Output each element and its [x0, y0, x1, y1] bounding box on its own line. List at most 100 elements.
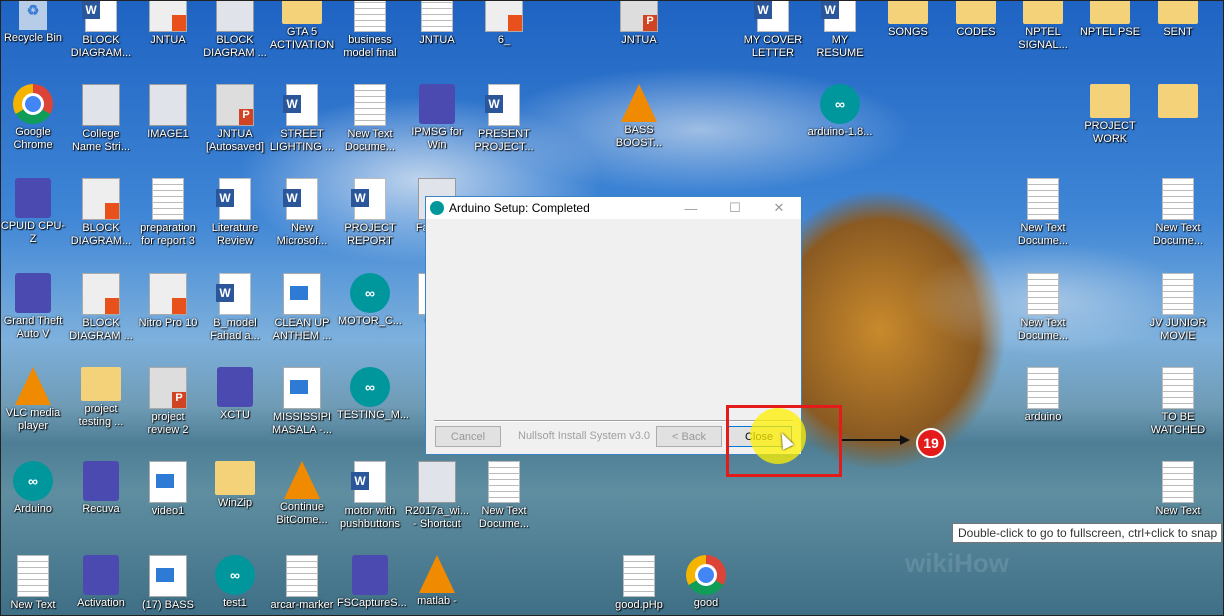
desktop-icon[interactable]: preparation for report 3	[135, 178, 201, 248]
desktop-icon[interactable]: motor with pushbuttons	[337, 461, 403, 531]
desktop-icon-label: BASS BOOST...	[615, 124, 663, 149]
desktop-icon[interactable]: SONGS	[875, 0, 941, 39]
desktop-icon[interactable]: JNTUA	[606, 0, 672, 47]
desktop-icon[interactable]: PROJECT REPORT	[337, 178, 403, 248]
desktop-icon[interactable]: good.pHp	[606, 555, 672, 612]
desktop-icon[interactable]: IMAGE1	[135, 84, 201, 141]
desktop-icon-label: project testing ...	[78, 403, 124, 428]
desktop-icon[interactable]: MISSISSIPI MASALA -...	[269, 367, 335, 437]
desktop-icon[interactable]: ∞ MOTOR_C...	[337, 273, 403, 328]
desktop-icon[interactable]: MY COVER LETTER	[740, 0, 806, 60]
desktop-icon[interactable]: JNTUA [Autosaved]	[202, 84, 268, 154]
desktop-icon[interactable]: PROJECT WORK	[1077, 84, 1143, 146]
desktop-icon[interactable]: New Text Docume...	[471, 461, 537, 531]
desktop-icon[interactable]: project review 2	[135, 367, 201, 437]
desktop-icon[interactable]: CLEAN UP ANTHEM ...	[269, 273, 335, 343]
desktop-icon[interactable]: business model final	[337, 0, 403, 60]
desktop-icon[interactable]: video1	[135, 461, 201, 518]
desktop-icon[interactable]: arduino	[1010, 367, 1076, 424]
desktop-icon[interactable]: ∞ Arduino	[0, 461, 66, 516]
desktop-icon-label: JNTUA [Autosaved]	[205, 128, 265, 153]
folder-icon	[81, 367, 121, 401]
desktop-icon[interactable]: Nitro Pro 10	[135, 273, 201, 330]
desktop-icon-label: STREET LIGHTING ...	[269, 128, 335, 153]
desktop-icon[interactable]: JNTUA	[404, 0, 470, 47]
back-button[interactable]: < Back	[656, 426, 722, 447]
ppt-icon	[216, 84, 254, 126]
desktop-icon-label: (17) BASS	[142, 599, 194, 611]
desktop-icon[interactable]: NPTEL PSE	[1077, 0, 1143, 39]
desktop-icon[interactable]: Literature Review	[202, 178, 268, 248]
desktop-icon[interactable]: BASS BOOST...	[606, 84, 672, 150]
desktop-icon[interactable]: GTA 5 ACTIVATION	[269, 0, 335, 52]
pdf-icon	[82, 178, 120, 220]
desktop-icon-label: good	[693, 597, 719, 609]
desktop-icon[interactable]: R2017a_wi... - Shortcut	[404, 461, 470, 531]
desktop-icon[interactable]: Continue BitCome...	[269, 461, 335, 527]
desktop-icon[interactable]: FSCaptureS...	[337, 555, 407, 610]
desktop-icon[interactable]: New Text	[1145, 461, 1211, 518]
desktop-icon[interactable]: New Text Docume...	[1010, 273, 1076, 343]
desktop-icon[interactable]: Activation	[68, 555, 134, 610]
desktop-icon-label: SONGS	[888, 26, 928, 38]
desktop-icon[interactable]: NPTEL SIGNAL...	[1010, 0, 1076, 52]
desktop-icon[interactable]: New Text Docume...	[1145, 178, 1211, 248]
word-icon	[485, 84, 520, 126]
desktop-icon[interactable]: JV JUNIOR MOVIE	[1145, 273, 1211, 343]
desktop-icon[interactable]: ♻ Recycle Bin	[0, 0, 66, 45]
desktop-icon[interactable]: 6_	[471, 0, 537, 47]
desktop-icon[interactable]: ∞ arduino-1.8...	[807, 84, 873, 139]
desktop-icon[interactable]	[1145, 84, 1211, 120]
desktop-icon[interactable]: PRESENT PROJECT...	[471, 84, 537, 154]
desktop-icon[interactable]: Grand Theft Auto V	[0, 273, 66, 341]
desktop-icon-label: New Text	[10, 599, 56, 611]
doc-icon	[1027, 367, 1059, 409]
maximize-button[interactable]: ☐	[713, 200, 757, 216]
desktop-icon[interactable]: BLOCK DIAGRAM...	[68, 178, 134, 248]
desktop-icon[interactable]: TO BE WATCHED	[1145, 367, 1211, 437]
desktop-icon[interactable]: JNTUA	[135, 0, 201, 47]
desktop-icon[interactable]: New Text Docume...	[337, 84, 403, 154]
minimize-button[interactable]: —	[669, 201, 713, 216]
desktop-icon[interactable]: BLOCK DIAGRAM...	[68, 0, 134, 60]
desktop-icon[interactable]: BLOCK DIAGRAM ...	[68, 273, 134, 343]
desktop-icon[interactable]: BLOCK DIAGRAM ...	[202, 0, 268, 60]
desktop-icon-label: JNTUA	[150, 34, 186, 46]
desktop-icon[interactable]: College Name Stri...	[68, 84, 134, 154]
word-icon	[216, 178, 251, 220]
desktop-icon[interactable]: STREET LIGHTING ...	[269, 84, 335, 154]
cancel-button[interactable]: Cancel	[435, 426, 501, 447]
close-window-button[interactable]: ✕	[757, 200, 801, 216]
desktop-icon[interactable]: WinZip	[202, 461, 268, 510]
desktop-icon[interactable]: matlab -	[404, 555, 470, 608]
desktop-icon[interactable]: IPMSG for Win	[404, 84, 470, 152]
desktop-icon-label: motor with pushbuttons	[340, 505, 400, 530]
desktop-icon[interactable]: SENT	[1145, 0, 1211, 39]
folder-icon	[282, 0, 322, 24]
desktop-icon[interactable]: arcar-marker	[269, 555, 335, 612]
desktop-icon-label: PROJECT WORK	[1084, 120, 1136, 145]
desktop-icon[interactable]: CPUID CPU-Z	[0, 178, 66, 246]
ard-icon: ∞	[215, 555, 255, 595]
desktop-icon[interactable]: ∞ test1	[202, 555, 268, 610]
desktop-icon[interactable]: MY RESUME	[807, 0, 873, 60]
desktop-icon-label: good.pHp	[615, 599, 663, 611]
desktop-icon[interactable]: New Text Docume...	[1010, 178, 1076, 248]
desktop-icon[interactable]: XCTU	[202, 367, 268, 422]
dialog-titlebar[interactable]: Arduino Setup: Completed — ☐ ✕	[426, 197, 801, 219]
desktop-icon[interactable]: project testing ...	[68, 367, 134, 429]
desktop-icon[interactable]: (17) BASS	[135, 555, 201, 612]
desktop-icon[interactable]: Google Chrome	[0, 84, 66, 152]
desktop-icon[interactable]: Recuva	[68, 461, 134, 516]
app-icon	[217, 367, 253, 407]
desktop-icon[interactable]: VLC media player	[0, 367, 66, 433]
desktop-icon[interactable]: good	[673, 555, 739, 610]
word-icon	[283, 178, 318, 220]
desktop-icon[interactable]: CODES	[943, 0, 1009, 39]
desktop-icon[interactable]: New Text	[0, 555, 66, 612]
desktop-icon[interactable]: ∞ TESTING_M...	[337, 367, 409, 422]
desktop-icon[interactable]: B_model Fahad a...	[202, 273, 268, 343]
desktop-icon-label: MY RESUME	[816, 34, 864, 59]
desktop-icon[interactable]: New Microsof...	[269, 178, 335, 248]
folder-icon	[1090, 0, 1130, 24]
